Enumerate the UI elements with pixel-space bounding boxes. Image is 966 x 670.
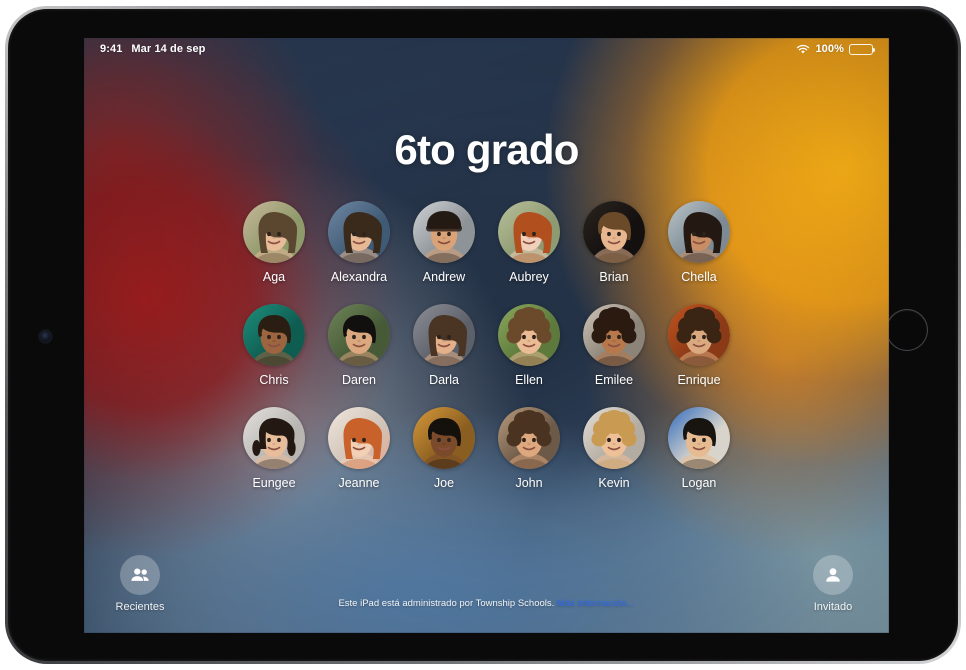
ipad-bezel: 9:41 Mar 14 de sep 100% 6to grado Aga Al… (8, 9, 958, 661)
avatar-andrew[interactable] (413, 201, 475, 263)
status-date: Mar 14 de sep (131, 43, 206, 55)
avatar-john[interactable] (498, 407, 560, 469)
avatar-joe[interactable] (413, 407, 475, 469)
page-title: 6to grado (394, 126, 579, 173)
avatar-brian[interactable] (583, 201, 645, 263)
user-name-label: Andrew (422, 270, 466, 284)
user-name-label: Alexandra (330, 270, 388, 284)
user-name-label: Logan (681, 476, 717, 490)
user-name-label: Ellen (515, 373, 543, 387)
user-name-label: Aubrey (509, 270, 549, 284)
avatar-alexandra[interactable] (328, 201, 390, 263)
user-row: Chris Daren Darla Ellen Emilee Enrique (243, 304, 730, 387)
status-time: 9:41 (100, 43, 123, 55)
user-item-darla[interactable]: Darla (413, 304, 475, 387)
avatar-darla[interactable] (413, 304, 475, 366)
avatar-chris[interactable] (243, 304, 305, 366)
user-item-chris[interactable]: Chris (243, 304, 305, 387)
user-item-jeanne[interactable]: Jeanne (328, 407, 390, 490)
user-name-label: John (515, 476, 543, 490)
avatar-eungee[interactable] (243, 407, 305, 469)
avatar-aga[interactable] (243, 201, 305, 263)
user-item-joe[interactable]: Joe (413, 407, 475, 490)
avatar-chella[interactable] (668, 201, 730, 263)
guest-button[interactable]: Invitado (787, 555, 879, 613)
avatar-ellen[interactable] (498, 304, 560, 366)
ipad-device-frame: 9:41 Mar 14 de sep 100% 6to grado Aga Al… (5, 6, 961, 664)
bottom-bar: Recientes Este iPad está administrado po… (84, 541, 889, 633)
user-name-label: Jeanne (338, 476, 380, 490)
user-name-label: Emilee (594, 373, 634, 387)
user-item-ellen[interactable]: Ellen (498, 304, 560, 387)
avatar-kevin[interactable] (583, 407, 645, 469)
more-info-link[interactable]: Más información... (557, 598, 635, 609)
ipad-screen: 9:41 Mar 14 de sep 100% 6to grado Aga Al… (84, 38, 889, 633)
avatar-jeanne[interactable] (328, 407, 390, 469)
user-name-label: Enrique (677, 373, 721, 387)
battery-percent-label: 100% (815, 43, 844, 55)
user-name-label: Eungee (252, 476, 296, 490)
user-item-alexandra[interactable]: Alexandra (328, 201, 390, 284)
home-button[interactable] (886, 309, 928, 351)
user-row: Eungee Jeanne Joe John Kevin Logan (243, 407, 730, 490)
avatar-logan[interactable] (668, 407, 730, 469)
user-row: Aga Alexandra Andrew Aubrey Brian Chella (243, 201, 730, 284)
user-name-label: Aga (262, 270, 286, 284)
managed-note-text: Este iPad está administrado por Township… (338, 598, 555, 609)
person-icon (813, 555, 853, 595)
user-name-label: Chris (259, 373, 289, 387)
user-item-aubrey[interactable]: Aubrey (498, 201, 560, 284)
user-name-label: Darla (429, 373, 459, 387)
user-grid: Aga Alexandra Andrew Aubrey Brian Chella… (84, 201, 889, 490)
avatar-daren[interactable] (328, 304, 390, 366)
user-item-enrique[interactable]: Enrique (668, 304, 730, 387)
status-bar-left: 9:41 Mar 14 de sep (100, 43, 205, 55)
user-item-kevin[interactable]: Kevin (583, 407, 645, 490)
user-name-label: Chella (681, 270, 717, 284)
status-bar: 9:41 Mar 14 de sep 100% (84, 38, 889, 60)
user-item-daren[interactable]: Daren (328, 304, 390, 387)
user-item-logan[interactable]: Logan (668, 407, 730, 490)
avatar-emilee[interactable] (583, 304, 645, 366)
user-item-eungee[interactable]: Eungee (243, 407, 305, 490)
user-item-andrew[interactable]: Andrew (413, 201, 475, 284)
status-bar-right: 100% (796, 43, 876, 55)
user-name-label: Brian (599, 270, 629, 284)
user-name-label: Daren (341, 373, 377, 387)
two-people-icon (120, 555, 160, 595)
user-item-brian[interactable]: Brian (583, 201, 645, 284)
battery-icon (849, 43, 876, 55)
user-name-label: Kevin (598, 476, 630, 490)
managed-note: Este iPad está administrado por Township… (84, 598, 889, 609)
guest-label: Invitado (813, 601, 853, 613)
avatar-aubrey[interactable] (498, 201, 560, 263)
avatar-enrique[interactable] (668, 304, 730, 366)
user-item-emilee[interactable]: Emilee (583, 304, 645, 387)
user-item-john[interactable]: John (498, 407, 560, 490)
wifi-icon (796, 44, 810, 55)
camera-lens-icon (40, 331, 51, 342)
user-name-label: Joe (433, 476, 455, 490)
user-item-aga[interactable]: Aga (243, 201, 305, 284)
user-item-chella[interactable]: Chella (668, 201, 730, 284)
